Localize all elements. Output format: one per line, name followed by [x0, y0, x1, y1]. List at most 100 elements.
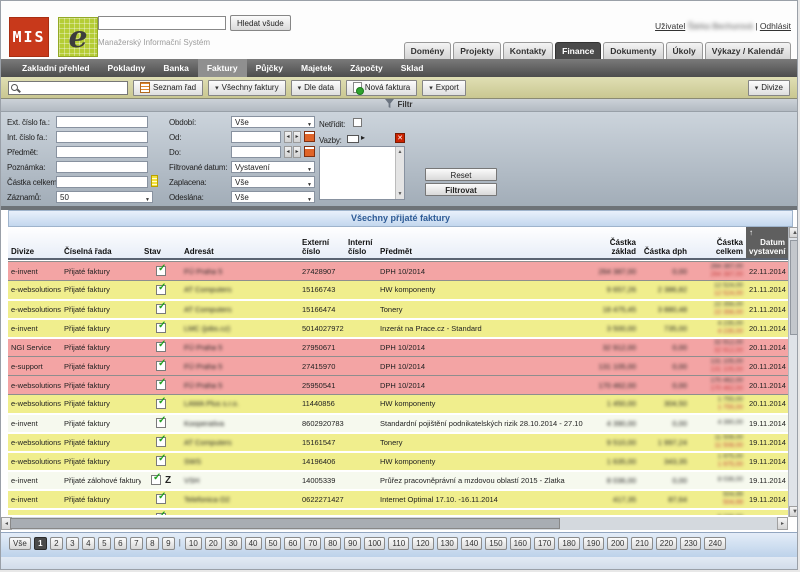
table-search-input[interactable] — [22, 82, 125, 94]
vertical-scrollbar[interactable]: ▲ ▼ — [788, 227, 798, 517]
filter-select-filtrovane-datum[interactable]: Vystavení — [231, 161, 315, 173]
column-header-externi-cislo[interactable]: Externí číslo — [299, 227, 345, 259]
status-checkbox-icon[interactable] — [151, 475, 161, 485]
status-checkbox-icon[interactable] — [156, 437, 166, 447]
invoice-row[interactable]: e-inventPřijaté fakturyFÚ Praha 52742890… — [8, 262, 788, 281]
horizontal-scroll-thumb[interactable] — [10, 518, 560, 529]
page-button-2[interactable]: 2 — [50, 537, 63, 550]
spinner-right-icon[interactable]: ▸ — [293, 131, 301, 143]
invoice-row[interactable]: e-inventPřijaté fakturyLMC (jobs.cz)5014… — [8, 319, 788, 338]
page-button-110[interactable]: 110 — [388, 537, 409, 550]
page-button-140[interactable]: 140 — [461, 537, 482, 550]
page-button-160[interactable]: 160 — [510, 537, 531, 550]
calendar-icon[interactable] — [304, 146, 315, 157]
vazby-add-icon[interactable] — [347, 135, 359, 143]
invoice-row[interactable]: e-websolutionsPřijaté fakturyAT Computer… — [8, 433, 788, 452]
page-button-7[interactable]: 7 — [130, 537, 143, 550]
page-button-10[interactable]: 10 — [185, 537, 202, 550]
invoice-row[interactable]: e-inventPřijaté fakturyTelefonica O20622… — [8, 490, 788, 509]
tab-dokumenty[interactable]: Dokumenty — [603, 42, 663, 59]
vertical-scroll-thumb[interactable] — [790, 240, 798, 335]
invoice-row[interactable]: e-inventPřijaté zálohové fakturyZVSH1400… — [8, 471, 788, 490]
tab-ukoly[interactable]: Úkoly — [666, 42, 703, 59]
status-checkbox-icon[interactable] — [156, 342, 166, 352]
page-button-vse[interactable]: Vše — [9, 537, 31, 550]
column-header-interni-cislo[interactable]: Interní číslo — [345, 227, 377, 259]
column-header-stav[interactable]: Stav — [141, 227, 181, 259]
filter-select-odeslana[interactable]: Vše — [231, 191, 315, 203]
invoice-row[interactable]: NGI ServicePřijaté fakturyFÚ Praha 52795… — [8, 338, 788, 357]
page-button-220[interactable]: 220 — [656, 537, 677, 550]
column-header-castka-zaklad[interactable]: Částka základ — [583, 227, 639, 259]
page-button-8[interactable]: 8 — [146, 537, 159, 550]
spinner-left-icon[interactable]: ◂ — [284, 131, 292, 143]
status-checkbox-icon[interactable] — [156, 494, 166, 504]
page-button-150[interactable]: 150 — [485, 537, 506, 550]
netridit-checkbox[interactable] — [353, 118, 362, 127]
page-button-240[interactable]: 240 — [704, 537, 725, 550]
listbox-scrollbar[interactable]: ▲ ▼ — [395, 147, 404, 199]
scroll-up-icon[interactable]: ▲ — [789, 227, 798, 238]
filter-input-int-cislo-fa[interactable] — [56, 131, 148, 143]
filter-select-zaznamu[interactable]: 50 — [56, 191, 153, 203]
filter-input-castka-celkem[interactable] — [56, 176, 148, 188]
scroll-up-icon[interactable]: ▲ — [396, 149, 404, 155]
page-button-6[interactable]: 6 — [114, 537, 127, 550]
filter-date-input-od[interactable] — [231, 131, 281, 143]
filtrovat-button[interactable]: Filtrovat — [425, 183, 497, 196]
logout-link[interactable]: Odhlásit — [760, 21, 791, 31]
status-checkbox-icon[interactable] — [156, 304, 166, 314]
status-checkbox-icon[interactable] — [156, 266, 166, 276]
scroll-down-icon[interactable]: ▼ — [789, 506, 798, 517]
column-header-adresat[interactable]: Adresát — [181, 227, 299, 259]
status-checkbox-icon[interactable] — [156, 323, 166, 333]
page-button-130[interactable]: 130 — [437, 537, 458, 550]
page-button-1[interactable]: 1 — [34, 537, 47, 550]
filter-input-predmet[interactable] — [56, 146, 148, 158]
page-button-230[interactable]: 230 — [680, 537, 701, 550]
page-button-20[interactable]: 20 — [205, 537, 222, 550]
dle-data-button[interactable]: ▾Dle data — [291, 80, 341, 96]
menu-item-sklad[interactable]: Sklad — [392, 59, 433, 77]
menu-item-faktury[interactable]: Faktury — [198, 59, 247, 77]
tab-projekty[interactable]: Projekty — [453, 42, 501, 59]
vazby-listbox[interactable]: ▲ ▼ — [319, 146, 405, 200]
nova-faktura-button[interactable]: Nová faktura — [346, 80, 417, 96]
page-button-80[interactable]: 80 — [324, 537, 341, 550]
page-button-4[interactable]: 4 — [82, 537, 95, 550]
tab-finance[interactable]: Finance — [555, 42, 601, 59]
column-header-divize[interactable]: Divize — [8, 227, 61, 259]
spinner-left-icon[interactable]: ◂ — [284, 146, 292, 158]
column-header-castka-celkem[interactable]: Částka celkem — [690, 227, 746, 259]
page-button-190[interactable]: 190 — [583, 537, 604, 550]
global-search-input[interactable] — [98, 16, 226, 30]
filter-select-zaplacena[interactable]: Vše — [231, 176, 315, 188]
tab-vykazy-kalendar[interactable]: Výkazy / Kalendář — [705, 42, 791, 59]
page-button-30[interactable]: 30 — [225, 537, 242, 550]
close-icon[interactable]: ✕ — [395, 133, 405, 143]
page-button-40[interactable]: 40 — [245, 537, 262, 550]
page-button-120[interactable]: 120 — [412, 537, 433, 550]
menu-item-majetek[interactable]: Majetek — [292, 59, 341, 77]
page-button-3[interactable]: 3 — [66, 537, 79, 550]
invoice-row[interactable]: e-supportPřijaté fakturyFÚ Praha 5274159… — [8, 357, 788, 376]
divize-dropdown-button[interactable]: ▾ Divize — [748, 80, 790, 96]
status-checkbox-icon[interactable] — [156, 399, 166, 409]
page-button-100[interactable]: 100 — [364, 537, 385, 550]
reset-button[interactable]: Reset — [425, 168, 497, 181]
status-checkbox-icon[interactable] — [156, 361, 166, 371]
scroll-down-icon[interactable]: ▼ — [396, 191, 404, 197]
page-button-50[interactable]: 50 — [265, 537, 282, 550]
menu-item-pokladny[interactable]: Pokladny — [99, 59, 155, 77]
calendar-icon[interactable] — [304, 131, 315, 142]
page-button-170[interactable]: 170 — [534, 537, 555, 550]
spinner-right-icon[interactable]: ▸ — [293, 146, 301, 158]
status-checkbox-icon[interactable] — [156, 513, 166, 515]
invoice-row[interactable]: e-inventPřijaté fakturyKooperativa860292… — [8, 414, 788, 433]
filter-header-bar[interactable]: Filtr — [1, 99, 797, 112]
tab-domeny[interactable]: Domény — [404, 42, 452, 59]
page-button-60[interactable]: 60 — [284, 537, 301, 550]
menu-item-zakladni-prehled[interactable]: Zakladní přehled — [13, 59, 99, 77]
vsechny-faktury-button[interactable]: ▾Všechny faktury — [208, 80, 285, 96]
invoice-row[interactable]: e-inventPřijaté faktury6 236,00 — [8, 509, 788, 516]
